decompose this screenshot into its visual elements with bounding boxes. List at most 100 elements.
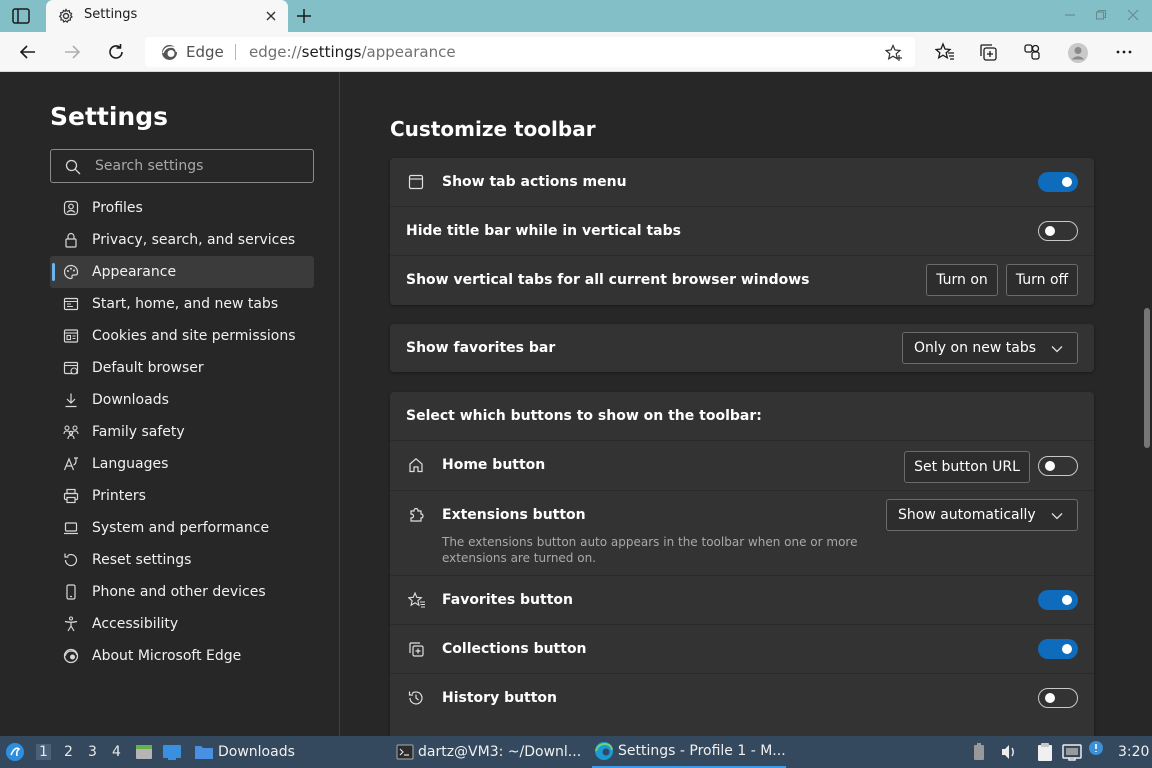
tab-settings[interactable]: Settings bbox=[46, 0, 288, 32]
setting-label: Home button bbox=[442, 457, 546, 473]
extensions-description: The extensions button auto appears in th… bbox=[442, 535, 858, 565]
network-icon[interactable] bbox=[1062, 736, 1082, 768]
setting-label: Extensions button bbox=[442, 507, 586, 523]
sidebar-item-label: Accessibility bbox=[92, 616, 179, 632]
tab-actions-menu-icon[interactable] bbox=[12, 8, 30, 24]
laptop-icon bbox=[63, 520, 79, 536]
edge-task[interactable]: Settings - Profile 1 - M... bbox=[592, 736, 786, 768]
search-icon bbox=[65, 159, 81, 175]
tab-actions-icon bbox=[408, 174, 424, 190]
sidebar-item-privacy[interactable]: Privacy, search, and services bbox=[50, 224, 314, 256]
downloads-task[interactable]: Downloads bbox=[194, 736, 295, 768]
sidebar-item-system[interactable]: System and performance bbox=[50, 512, 314, 544]
forward-arrow-icon[interactable] bbox=[62, 42, 82, 62]
sidebar-item-cookies[interactable]: Cookies and site permissions bbox=[50, 320, 314, 352]
notification-icon[interactable] bbox=[1088, 732, 1104, 764]
sidebar-item-label: Downloads bbox=[92, 392, 169, 408]
set-button-url-button[interactable]: Set button URL bbox=[904, 451, 1030, 483]
sidebar-item-profiles[interactable]: Profiles bbox=[50, 192, 314, 224]
turn-off-button[interactable]: Turn off bbox=[1006, 264, 1078, 296]
chevron-down-icon bbox=[1051, 343, 1063, 355]
close-tab-icon[interactable] bbox=[264, 9, 278, 23]
sidebar-item-default-browser[interactable]: Default browser bbox=[50, 352, 314, 384]
setting-label: Hide title bar while in vertical tabs bbox=[406, 223, 681, 239]
edge-task-label: Settings - Profile 1 - M... bbox=[618, 743, 786, 759]
address-divider bbox=[235, 44, 236, 60]
search-input[interactable] bbox=[95, 156, 305, 176]
collections-icon[interactable] bbox=[978, 42, 998, 62]
address-bar[interactable]: Edge edge://settings/appearance bbox=[145, 37, 915, 67]
sidebar-item-label: Start, home, and new tabs bbox=[92, 296, 279, 312]
minimize-icon[interactable] bbox=[1064, 9, 1076, 21]
clipboard-icon[interactable] bbox=[1036, 736, 1054, 768]
setting-label: Collections button bbox=[442, 641, 587, 657]
sidebar-nav: Profiles Privacy, search, and services A… bbox=[50, 192, 314, 672]
restore-icon[interactable] bbox=[1095, 9, 1107, 21]
sidebar-item-languages[interactable]: Languages bbox=[50, 448, 314, 480]
dropdown-value: Show automatically bbox=[898, 507, 1036, 523]
sidebar-item-label: Profiles bbox=[92, 200, 143, 216]
profile-avatar-icon[interactable] bbox=[1067, 42, 1089, 64]
favorites-bar-dropdown[interactable]: Only on new tabs bbox=[902, 332, 1078, 364]
sidebar-item-label: Appearance bbox=[92, 264, 177, 280]
hide-title-bar-toggle[interactable] bbox=[1038, 221, 1078, 241]
puzzle-icon bbox=[408, 507, 424, 523]
favorites-button-row: Favorites button bbox=[390, 576, 1094, 625]
sidebar-item-label: Reset settings bbox=[92, 552, 192, 568]
section-title: Customize toolbar bbox=[390, 117, 596, 141]
collections-button-toggle[interactable] bbox=[1038, 639, 1078, 659]
accessibility-icon bbox=[63, 616, 79, 632]
sidebar-item-family-safety[interactable]: Family safety bbox=[50, 416, 314, 448]
setting-label: Show favorites bar bbox=[406, 340, 556, 356]
sidebar-item-about[interactable]: About Microsoft Edge bbox=[50, 640, 314, 672]
search-settings-box[interactable] bbox=[50, 149, 314, 183]
setting-label: Show vertical tabs for all current brows… bbox=[406, 272, 810, 288]
back-arrow-icon[interactable] bbox=[18, 42, 38, 62]
downloads-task-label: Downloads bbox=[218, 744, 295, 760]
extensions-icon[interactable] bbox=[1022, 42, 1042, 62]
vertical-tabs-row: Show vertical tabs for all current brows… bbox=[390, 256, 1094, 305]
file-manager-icon[interactable] bbox=[134, 736, 154, 768]
edge-icon bbox=[63, 648, 79, 664]
sidebar-item-phone[interactable]: Phone and other devices bbox=[50, 576, 314, 608]
show-desktop-icon[interactable] bbox=[162, 736, 182, 768]
workspace-4[interactable]: 4 bbox=[112, 744, 121, 760]
workspace-1[interactable]: 1 bbox=[36, 744, 51, 760]
favorites-icon[interactable] bbox=[935, 42, 955, 62]
turn-on-button[interactable]: Turn on bbox=[926, 264, 998, 296]
sidebar-item-accessibility[interactable]: Accessibility bbox=[50, 608, 314, 640]
extensions-button-dropdown[interactable]: Show automatically bbox=[886, 499, 1078, 531]
favorites-button-toggle[interactable] bbox=[1038, 590, 1078, 610]
sidebar-item-appearance[interactable]: Appearance bbox=[50, 256, 314, 288]
show-tab-actions-toggle[interactable] bbox=[1038, 172, 1078, 192]
volume-icon[interactable] bbox=[1000, 736, 1018, 768]
navigation-bar: Edge edge://settings/appearance bbox=[0, 32, 1152, 72]
dropdown-value: Only on new tabs bbox=[914, 340, 1037, 356]
scrollbar-thumb[interactable] bbox=[1144, 308, 1150, 448]
home-button-toggle[interactable] bbox=[1038, 456, 1078, 476]
more-options-icon[interactable] bbox=[1114, 42, 1134, 62]
terminal-task[interactable]: dartz@VM3: ~/Downl... bbox=[396, 736, 581, 768]
workspace-3[interactable]: 3 bbox=[88, 744, 97, 760]
workspace-2[interactable]: 2 bbox=[64, 744, 73, 760]
gear-icon bbox=[58, 8, 74, 24]
sidebar-item-start-home[interactable]: Start, home, and new tabs bbox=[50, 288, 314, 320]
refresh-icon[interactable] bbox=[106, 42, 126, 62]
download-icon bbox=[63, 392, 79, 408]
sidebar-item-reset[interactable]: Reset settings bbox=[50, 544, 314, 576]
history-button-toggle[interactable] bbox=[1038, 688, 1078, 708]
toolbar-settings-card: Show tab actions menu Hide title bar whi… bbox=[390, 158, 1094, 305]
sidebar-item-printers[interactable]: Printers bbox=[50, 480, 314, 512]
url-text[interactable]: edge://settings/appearance bbox=[249, 43, 456, 61]
close-window-icon[interactable] bbox=[1127, 9, 1139, 21]
page-scrollbar[interactable] bbox=[1142, 308, 1152, 448]
battery-icon[interactable] bbox=[972, 736, 986, 768]
sidebar-item-downloads[interactable]: Downloads bbox=[50, 384, 314, 416]
app-menu-icon[interactable] bbox=[5, 736, 25, 768]
new-tab-icon[interactable] bbox=[296, 8, 312, 24]
toolbar-buttons-heading-row: Select which buttons to show on the tool… bbox=[390, 392, 1094, 441]
setting-label: History button bbox=[442, 690, 558, 706]
clock[interactable]: 3:20 bbox=[1118, 736, 1149, 768]
add-favorite-icon[interactable] bbox=[885, 44, 903, 62]
lock-icon bbox=[63, 232, 79, 248]
